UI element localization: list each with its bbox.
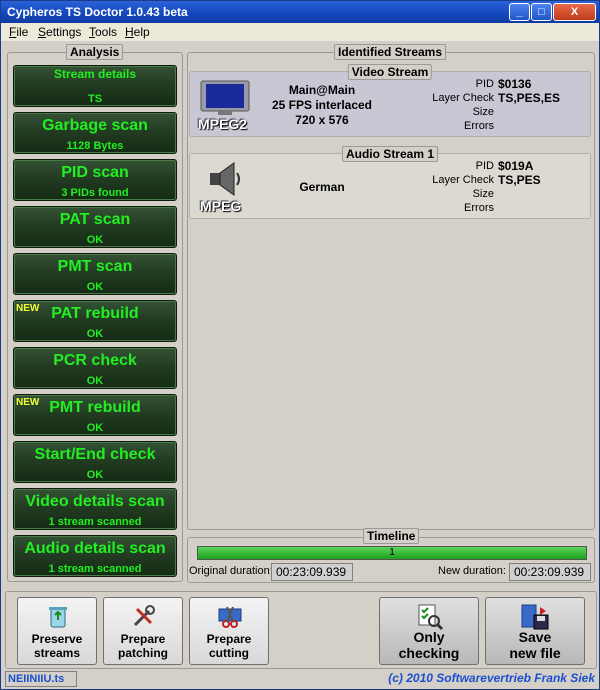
cutting-line1: Prepare [206,632,252,646]
new-duration-value: 00:23:09.939 [509,563,591,581]
minimize-button[interactable]: _ [509,3,530,21]
pmt-scan-result: OK [86,281,104,293]
stream-details-result: TS [87,93,103,105]
pid-scan-button[interactable]: PID scan 3 PIDs found [13,159,177,201]
status-filename: NEIINIIU.ts [5,671,77,687]
video-layer-value: TS,PES,ES [498,91,561,105]
start-end-check-label: Start/End check [34,446,156,463]
audio-errors-label: Errors [464,202,494,214]
maximize-button[interactable]: □ [531,3,552,21]
video-profile: Main@Main [288,83,356,97]
menu-settings[interactable]: Settings [38,25,81,39]
garbage-scan-label: Garbage scan [42,117,148,134]
patching-line2: patching [118,646,168,660]
stream-details-button[interactable]: Stream details TS [13,65,177,107]
main-window: Cypheros TS Doctor 1.0.43 beta _ □ X Fil… [0,0,600,690]
audio-details-scan-button[interactable]: Audio details scan 1 stream scanned [13,535,177,577]
pmt-rebuild-result: OK [86,422,104,434]
audio-details-scan-label: Audio details scan [24,540,166,557]
patching-line1: Prepare [120,632,166,646]
pmt-rebuild-button[interactable]: NEW PMT rebuild OK [13,394,177,436]
only-checking-button[interactable]: Only checking [379,597,479,665]
menu-file[interactable]: File [9,25,28,39]
video-pid-label: PID [475,78,494,90]
pmt-rebuild-label: PMT rebuild [49,399,141,416]
cutting-line2: cutting [209,646,249,660]
audio-size-label: Size [472,188,494,200]
scissors-film-icon [217,603,243,632]
video-details-scan-label: Video details scan [25,493,165,510]
status-copyright: (c) 2010 Softwarevertrieb Frank Siek [388,671,595,685]
status-bar: NEIINIIU.ts (c) 2010 Softwarevertrieb Fr… [3,669,597,689]
pid-scan-result: 3 PIDs found [61,187,129,199]
video-resolution: 720 x 576 [295,113,349,127]
audio-language: German [299,180,345,194]
pcr-check-button[interactable]: PCR check OK [13,347,177,389]
save-new-file-button[interactable]: Save new file [485,597,585,665]
pid-scan-label: PID scan [61,164,129,181]
garbage-scan-result: 1128 Bytes [66,140,124,152]
original-duration-value: 00:23:09.939 [271,563,353,581]
pcr-check-result: OK [86,375,104,387]
analysis-title: Analysis [66,44,124,60]
preserve-line2: streams [33,646,81,660]
monitor-icon [200,80,250,116]
menu-bar: File Settings Tools Help [1,23,599,41]
pat-rebuild-result: OK [86,328,104,340]
video-pid-value: $0136 [498,77,532,91]
save-line2: new file [509,645,561,661]
video-details-scan-button[interactable]: Video details scan 1 stream scanned [13,488,177,530]
window-title: Cypheros TS Doctor 1.0.43 beta [7,5,188,19]
garbage-scan-button[interactable]: Garbage scan 1128 Bytes [13,112,177,154]
preserve-streams-button[interactable]: Preserve streams [17,597,97,665]
audio-codec-label: MPEG [200,198,242,214]
menu-tools[interactable]: Tools [89,25,117,39]
stream-details-label: Stream details [53,67,137,81]
start-end-check-button[interactable]: Start/End check OK [13,441,177,483]
pat-rebuild-label: PAT rebuild [51,305,139,322]
pat-scan-button[interactable]: PAT scan OK [13,206,177,248]
new-duration-label: New duration: [438,565,506,577]
checking-line2: checking [398,645,460,661]
audio-layer-label: Layer Check [432,174,494,186]
audio-stream-panel[interactable]: Audio Stream 1 MPEG German PID $019A Lay… [189,146,591,219]
title-bar[interactable]: Cypheros TS Doctor 1.0.43 beta _ □ X [1,1,599,23]
speaker-icon [204,159,244,199]
audio-pid-label: PID [475,160,494,172]
audio-details-scan-result: 1 stream scanned [48,563,142,575]
start-end-check-result: OK [86,469,104,481]
pmt-scan-label: PMT scan [57,258,133,275]
timeline-title: Timeline [363,528,420,544]
prepare-patching-button[interactable]: Prepare patching [103,597,183,665]
preserve-line1: Preserve [31,632,83,646]
identified-streams-title: Identified Streams [334,44,447,60]
video-size-label: Size [472,106,494,118]
tools-icon [131,603,157,632]
pat-scan-label: PAT scan [59,211,131,228]
video-layer-label: Layer Check [432,92,494,104]
pcr-check-label: PCR check [53,352,137,369]
timeline-marker: 1 [389,547,395,558]
menu-help[interactable]: Help [125,25,150,39]
pat-rebuild-button[interactable]: NEW PAT rebuild OK [13,300,177,342]
prepare-cutting-button[interactable]: Prepare cutting [189,597,269,665]
checking-line1: Only [413,629,445,645]
pat-scan-result: OK [86,234,104,246]
pmt-scan-button[interactable]: PMT scan OK [13,253,177,295]
audio-pid-value: $019A [498,159,534,173]
timeline-bar[interactable]: 1 [197,546,587,560]
recycle-bin-icon [45,603,71,632]
original-duration-label: Original duration: [189,565,273,577]
video-framerate: 25 FPS interlaced [271,98,373,112]
close-button[interactable]: X [553,3,596,21]
video-codec-label: MPEG2 [198,116,248,132]
video-errors-label: Errors [464,120,494,132]
video-stream-panel[interactable]: Video Stream MPEG2 Main@Main 25 FPS inte… [189,64,591,137]
audio-layer-value: TS,PES [498,173,541,187]
save-line1: Save [518,629,552,645]
video-details-scan-result: 1 stream scanned [48,516,142,528]
